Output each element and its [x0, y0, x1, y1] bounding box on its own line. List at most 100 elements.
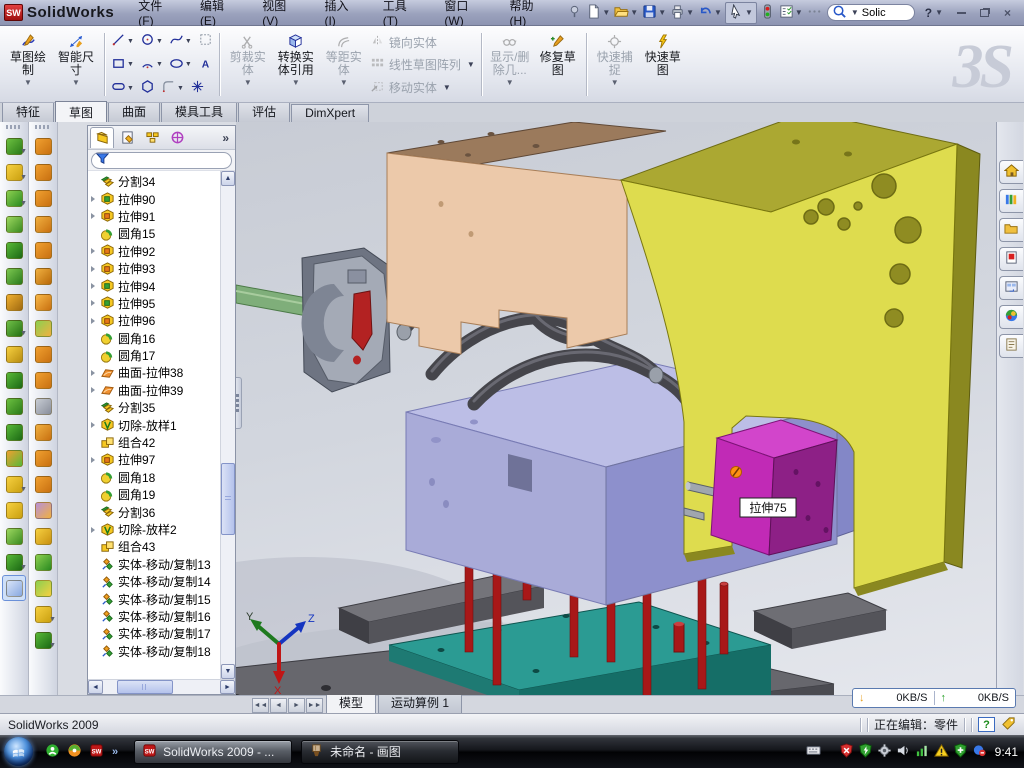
open-folder-button[interactable]: ▼	[613, 3, 639, 23]
view-orientation-button[interactable]: ▼	[575, 122, 598, 124]
sw-cube-quicklaunch-button[interactable]: SW	[89, 743, 104, 761]
print-button[interactable]: ▼	[669, 3, 695, 23]
tab-scroll-last[interactable]: ►►	[306, 698, 323, 713]
trim-button[interactable]: 剪裁实体▼	[225, 29, 271, 100]
status-help-icon[interactable]: ?	[978, 717, 995, 732]
chevron-down-icon[interactable]: ▼	[244, 78, 252, 87]
lift-arrow-button[interactable]	[31, 315, 55, 341]
chevron-down-icon[interactable]: ▼	[185, 61, 192, 68]
rect-button[interactable]: ▼	[109, 55, 136, 75]
swoosh-arrow-button[interactable]	[31, 133, 55, 159]
scroll-up-button[interactable]: ▲	[221, 171, 235, 186]
menu-item-5[interactable]: 窗口(W)	[430, 0, 495, 28]
tab-模具工具[interactable]: 模具工具	[161, 101, 237, 122]
model-canvas[interactable]: 拉伸75 Y Z X	[236, 122, 996, 695]
pattern-button[interactable]: 线性草图阵列▼	[370, 55, 475, 75]
swap-body-button[interactable]	[2, 445, 26, 471]
chevron-down-icon[interactable]: ▼	[177, 85, 184, 92]
display-style-button[interactable]: ▼	[549, 122, 572, 124]
messenger-quicklaunch-button[interactable]	[45, 743, 60, 761]
ellipse-button[interactable]: ▼	[167, 55, 194, 75]
chevron-down-icon[interactable]: ▼	[49, 616, 56, 623]
diamond-face-button[interactable]	[31, 263, 55, 289]
expand-arrow-icon[interactable]	[91, 248, 100, 254]
menu-item-0[interactable]: 文件(F)	[124, 0, 186, 28]
quick-launch-chevron[interactable]: »	[112, 746, 118, 758]
task-button-0[interactable]: SWSolidWorks 2009 - ...	[134, 740, 292, 764]
scene-button[interactable]	[627, 122, 642, 124]
chevron-down-icon[interactable]: ▼	[506, 78, 514, 87]
solidworks-content-tab[interactable]	[999, 247, 1023, 271]
cube-pair-button[interactable]	[31, 341, 55, 367]
mirror-button[interactable]: 镜向实体	[370, 32, 475, 52]
chevron-down-icon[interactable]: ▼	[185, 38, 192, 45]
tree-item[interactable]: 拉伸94	[91, 277, 220, 294]
zoom-fit-button[interactable]	[477, 122, 492, 124]
tab-评估[interactable]: 评估	[238, 101, 290, 122]
chevron-down-icon[interactable]: ▼	[611, 78, 619, 87]
swirl-ball-quicklaunch-button[interactable]	[67, 743, 82, 761]
tree-item[interactable]: 圆角19	[91, 486, 220, 503]
section-view-button[interactable]	[531, 122, 546, 124]
tree-horizontal-scrollbar[interactable]: ◄ ►	[88, 679, 235, 694]
doc-tab-1[interactable]: 运动算例 1	[378, 692, 462, 713]
help-chevron-icon[interactable]: ▼	[935, 8, 943, 17]
star-burst-button[interactable]: ▼	[31, 601, 55, 627]
chevron-down-icon[interactable]: ▼	[24, 78, 32, 87]
measure-tool-button[interactable]	[2, 575, 26, 601]
keyboard-tray-icon[interactable]	[806, 743, 821, 761]
help-button[interactable]: ?	[919, 6, 934, 20]
arc-button[interactable]: ▼	[138, 55, 165, 75]
chevron-down-icon[interactable]: ▼	[340, 78, 348, 87]
wizard-button[interactable]	[2, 289, 26, 315]
text-button[interactable]: A	[196, 55, 215, 75]
scroll-thumb[interactable]	[221, 463, 235, 535]
restore-button[interactable]	[976, 5, 993, 20]
signal-tray-icon[interactable]	[915, 743, 930, 761]
tree-item[interactable]: 实体-移动/复制15	[91, 590, 220, 607]
tree-item[interactable]: 组合43	[91, 538, 220, 555]
menu-item-2[interactable]: 视图(V)	[248, 0, 310, 28]
tree-item[interactable]: 切除-放样2	[91, 521, 220, 538]
menu-item-1[interactable]: 编辑(E)	[186, 0, 248, 28]
zoom-area-button[interactable]	[495, 122, 510, 124]
tree-item[interactable]: 分割36	[91, 503, 220, 520]
tree-filter-input[interactable]	[91, 152, 232, 169]
shield-green-tray-icon[interactable]	[858, 743, 873, 761]
spline-tool-button[interactable]: ▼	[2, 549, 26, 575]
convert-button[interactable]: 转换实体引用▼	[273, 29, 319, 100]
expand-arrow-icon[interactable]	[91, 266, 100, 272]
tree-item[interactable]: 圆角15	[91, 225, 220, 242]
scroll-right-button[interactable]: ►	[220, 680, 235, 694]
chevron-down-icon[interactable]: ▼	[20, 486, 27, 493]
tab-曲面[interactable]: 曲面	[108, 101, 160, 122]
file-explorer-tab[interactable]	[999, 218, 1023, 242]
copy-body-button[interactable]	[2, 393, 26, 419]
expand-arrow-icon[interactable]	[91, 387, 100, 393]
edit-part-button[interactable]: ▼	[2, 133, 26, 159]
tree-item[interactable]: 实体-移动/复制13	[91, 556, 220, 573]
toolbar-grip[interactable]	[6, 125, 22, 129]
scroll-down-button[interactable]: ▼	[221, 664, 235, 679]
tree-item[interactable]: 拉伸91	[91, 208, 220, 225]
offset-button[interactable]: 等距实体▼	[321, 29, 367, 100]
snap-button[interactable]: 快速捕捉▼	[592, 29, 638, 100]
chevron-down-icon[interactable]: ▼	[686, 8, 694, 17]
design-library-tab[interactable]	[999, 189, 1023, 213]
pin-button[interactable]	[566, 3, 583, 23]
options-list-button[interactable]: ▼	[778, 3, 804, 23]
chevron-down-icon[interactable]: ▼	[851, 8, 859, 17]
expand-arrow-icon[interactable]	[91, 300, 100, 306]
tree-item[interactable]: 圆角16	[91, 330, 220, 347]
more-dots-button[interactable]	[806, 3, 823, 23]
minimize-button[interactable]	[953, 5, 970, 20]
tree-tab-dimxpertmanager[interactable]	[165, 127, 189, 148]
chevron-down-icon[interactable]: ▼	[20, 200, 27, 207]
tree-item[interactable]: 实体-移动/复制16	[91, 608, 220, 625]
tree-item[interactable]: 分割34	[91, 173, 220, 190]
chevron-down-icon[interactable]: ▼	[795, 8, 803, 17]
green-ball-button[interactable]	[31, 549, 55, 575]
tab-DimXpert[interactable]: DimXpert	[291, 104, 369, 122]
tree-item[interactable]: 组合42	[91, 434, 220, 451]
shaded-ball-button[interactable]: ▼	[2, 185, 26, 211]
